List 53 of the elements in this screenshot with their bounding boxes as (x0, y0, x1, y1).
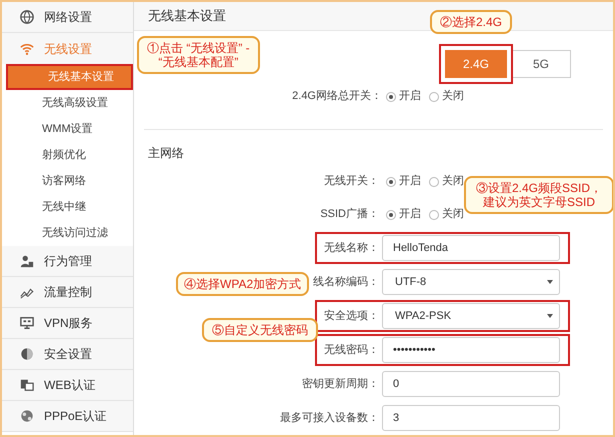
window-icon (20, 378, 34, 392)
field-label: SSID广播： (320, 206, 379, 222)
radio-label: 关闭 (442, 206, 464, 222)
radio-button[interactable] (429, 176, 439, 186)
radio-label: 开启 (399, 206, 421, 222)
input-field[interactable]: 3 (382, 405, 560, 431)
field-label: 最多可接入设备数： (280, 410, 379, 426)
radio-button[interactable] (429, 210, 439, 220)
radio-label: 开启 (399, 174, 421, 190)
radio-button[interactable] (386, 92, 396, 102)
radio-label: 关闭 (442, 174, 464, 190)
sidebar-item[interactable]: 网络设置 (2, 2, 133, 33)
field-label: 无线名称： (324, 240, 379, 256)
radio-button[interactable] (429, 92, 439, 102)
sidebar-subitem[interactable]: 访客网络 (2, 168, 133, 194)
sidebar-subitem[interactable]: 无线访问过滤 (2, 220, 133, 246)
section-title: 主网络 (147, 144, 185, 162)
radio-label: 关闭 (442, 88, 464, 104)
caret-icon (547, 280, 553, 284)
field-label: 安全选项： (324, 308, 379, 324)
sidebar-item[interactable]: PPPoE认证 (2, 401, 133, 432)
callout: ③设置2.4G频段SSID，建议为英文字母SSID (464, 176, 613, 214)
field-label: 2.4G网络总开关： (291, 88, 382, 104)
dropdown[interactable]: UTF-8 (382, 269, 560, 295)
dropdown[interactable]: WPA2-PSK (382, 303, 560, 329)
field-label: 无线密码： (324, 342, 379, 358)
input-field[interactable]: 0 (382, 371, 560, 397)
band-tab[interactable]: 5G (511, 50, 571, 78)
radio-label: 开启 (399, 88, 421, 104)
input-field[interactable]: HelloTenda (382, 235, 560, 261)
callout: ①点击 “无线设置” - “无线基本配置” (137, 36, 260, 74)
sidebar-item[interactable]: 安全设置 (2, 339, 133, 370)
radio-button[interactable] (386, 210, 396, 220)
password-field[interactable]: ••••••••••• (382, 337, 560, 363)
wifi-icon (20, 42, 34, 56)
field-label: 密钥更新周期： (302, 376, 379, 392)
sidebar-subitem[interactable]: WMM设置 (2, 116, 133, 142)
radio-button[interactable] (386, 176, 396, 186)
sidebar-subitem[interactable]: 无线高级设置 (2, 90, 133, 116)
field-label: 线名称编码： (313, 274, 379, 290)
users-icon (20, 254, 34, 268)
callout: ④选择WPA2加密方式 (176, 272, 310, 296)
caret-icon (547, 314, 553, 318)
sidebar-subitem[interactable]: 无线中继 (2, 194, 133, 220)
sidebar-item[interactable]: VPN服务 (2, 308, 133, 339)
field-label: 无线开关： (324, 174, 379, 190)
sidebar-item[interactable]: 流量控制 (2, 277, 133, 308)
callout: ⑤自定义无线密码 (202, 318, 318, 342)
callout: ②选择2.4G (430, 10, 512, 34)
sidebar-item[interactable]: WEB认证 (2, 370, 133, 401)
monitor-icon (20, 316, 34, 330)
sidebar-subitem[interactable]: 射频优化 (2, 142, 133, 168)
sidebar-item[interactable]: 行为管理 (2, 246, 133, 277)
